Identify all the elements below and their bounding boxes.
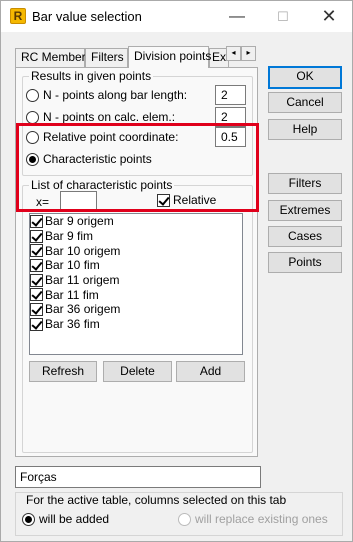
list-item-checkbox[interactable]	[30, 244, 43, 258]
refresh-button[interactable]: Refresh	[29, 361, 97, 382]
cases-button[interactable]: Cases	[268, 226, 342, 247]
name-input[interactable]: Forças	[15, 466, 261, 488]
highlight-box	[16, 123, 259, 212]
extremes-button[interactable]: Extremes	[268, 200, 342, 221]
characteristic-points-list[interactable]: Bar 9 origem Bar 9 fim Bar 10 origem Bar…	[29, 213, 243, 355]
minimize-button[interactable]: —	[214, 1, 260, 32]
radio-points-calc-elem[interactable]	[26, 110, 39, 124]
close-button[interactable]: ✕	[306, 1, 352, 32]
delete-button[interactable]: Delete	[103, 361, 172, 382]
dialog-window: R Bar value selection — ☐ ✕ RC Members F…	[0, 0, 353, 542]
option-points-calc-elem[interactable]: N - points on calc. elem.:	[26, 110, 175, 124]
tab-division-points[interactable]: Division points	[128, 46, 211, 68]
list-item-checkbox[interactable]	[30, 214, 43, 228]
list-item-checkbox[interactable]	[30, 273, 43, 287]
radio-points-along-bar[interactable]	[26, 88, 39, 102]
list-item-checkbox[interactable]	[30, 258, 43, 272]
help-button[interactable]: Help	[268, 119, 342, 140]
app-icon: R	[10, 8, 26, 24]
list-item-label: Bar 36 fim	[45, 317, 100, 332]
list-item-label: Bar 11 origem	[45, 273, 120, 288]
columns-group-label: For the active table, columns selected o…	[24, 493, 289, 507]
list-item[interactable]: Bar 36 fim	[30, 317, 242, 332]
radio-will-replace	[178, 512, 191, 526]
option-points-along-bar[interactable]: N - points along bar length:	[26, 88, 187, 102]
window-title: Bar value selection	[32, 9, 142, 24]
cancel-button[interactable]: Cancel	[268, 92, 342, 113]
option-will-replace-label: will replace existing ones	[195, 512, 328, 526]
list-item[interactable]: Bar 36 origem	[30, 302, 242, 317]
ok-button[interactable]: OK	[268, 66, 342, 89]
list-item[interactable]: Bar 11 origem	[30, 273, 242, 288]
list-item[interactable]: Bar 10 fim	[30, 258, 242, 273]
option-points-calc-elem-label: N - points on calc. elem.:	[43, 110, 176, 124]
maximize-button: ☐	[277, 9, 289, 24]
list-item-label: Bar 36 origem	[45, 302, 121, 317]
list-item[interactable]: Bar 9 origem	[30, 214, 242, 229]
list-item-checkbox[interactable]	[30, 229, 43, 243]
option-points-along-bar-label: N - points along bar length:	[43, 88, 188, 102]
list-item-label: Bar 9 fim	[45, 229, 94, 244]
list-item-checkbox[interactable]	[30, 302, 43, 316]
list-item-label: Bar 9 origem	[45, 214, 114, 229]
tab-rc-members[interactable]: RC Members	[15, 48, 92, 67]
list-item[interactable]: Bar 11 fim	[30, 287, 242, 302]
list-item-label: Bar 11 fim	[45, 287, 99, 302]
list-item-label: Bar 10 fim	[45, 258, 100, 273]
tab-scroll-left-button[interactable]: ◂	[226, 46, 241, 61]
list-item-checkbox[interactable]	[30, 317, 43, 331]
points-along-bar-input[interactable]: 2	[215, 85, 246, 105]
columns-group: For the active table, columns selected o…	[15, 492, 343, 536]
list-item-checkbox[interactable]	[30, 288, 43, 302]
list-item-label: Bar 10 origem	[45, 243, 121, 258]
list-item[interactable]: Bar 10 origem	[30, 243, 242, 258]
option-will-replace: will replace existing ones	[178, 512, 328, 526]
list-item[interactable]: Bar 9 fim	[30, 229, 242, 244]
results-group-label: Results in given points	[29, 69, 154, 83]
tab-scroll-right-button[interactable]: ▸	[241, 46, 256, 61]
filters-button[interactable]: Filters	[268, 173, 342, 194]
points-button[interactable]: Points	[268, 252, 342, 273]
option-will-be-added[interactable]: will be added	[22, 512, 109, 526]
radio-will-be-added[interactable]	[22, 512, 35, 526]
tab-filters[interactable]: Filters	[85, 48, 128, 67]
option-will-be-added-label: will be added	[39, 512, 110, 526]
add-button[interactable]: Add	[176, 361, 245, 382]
title-bar: R Bar value selection — ☐ ✕	[1, 1, 352, 32]
